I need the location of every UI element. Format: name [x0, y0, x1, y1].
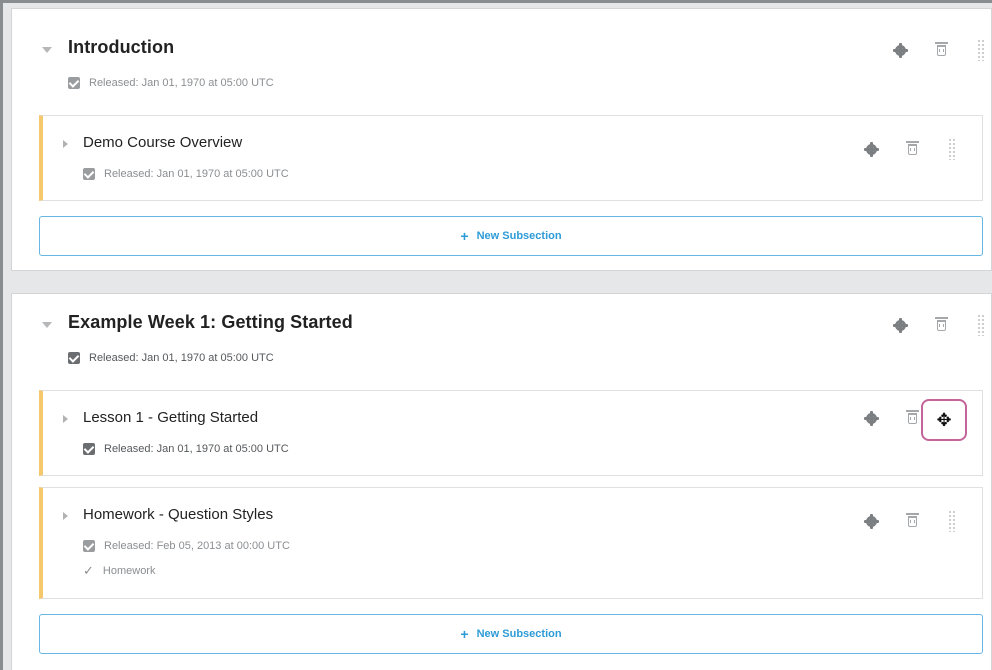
trash-icon[interactable]	[906, 512, 919, 527]
subsection-actions	[864, 510, 956, 532]
release-date: Released: Jan 01, 1970 at 05:00 UTC	[89, 77, 274, 89]
expand-toggle-icon[interactable]	[63, 415, 68, 423]
plus-icon: +	[460, 228, 469, 244]
grading-type: ✓ Homework	[83, 563, 155, 579]
expand-toggle-icon[interactable]	[42, 322, 52, 328]
subsection-title[interactable]: Lesson 1 - Getting Started	[83, 409, 258, 426]
drag-handle-icon[interactable]	[977, 39, 985, 61]
release-date: Released: Feb 05, 2013 at 00:00 UTC	[104, 540, 290, 552]
subsection-actions	[864, 410, 919, 426]
gear-icon[interactable]	[864, 513, 879, 529]
checkbox-icon	[68, 352, 80, 364]
release-date: Released: Jan 01, 1970 at 05:00 UTC	[89, 352, 274, 364]
new-subsection-label: New Subsection	[476, 230, 562, 242]
trash-icon[interactable]	[935, 316, 948, 331]
checkbox-icon	[68, 77, 80, 89]
section-example-week-1: Example Week 1: Getting Started Released…	[11, 293, 992, 670]
section-actions	[893, 314, 985, 336]
subsection-actions	[864, 138, 956, 160]
checkbox-icon	[83, 540, 95, 552]
gear-icon[interactable]	[864, 411, 879, 426]
section-release-status: Released: Jan 01, 1970 at 05:00 UTC	[68, 352, 274, 364]
section-title[interactable]: Introduction	[68, 37, 174, 58]
subsection-title[interactable]: Homework - Question Styles	[83, 506, 273, 523]
section-release-status: Released: Jan 01, 1970 at 05:00 UTC	[68, 77, 274, 89]
trash-icon[interactable]	[906, 140, 919, 155]
plus-icon: +	[460, 626, 469, 642]
checkbox-icon	[83, 443, 95, 455]
checkmark-icon: ✓	[83, 563, 94, 578]
section-actions	[893, 39, 985, 61]
subsection-demo-course-overview: Demo Course Overview Released: Jan 01, 1…	[39, 115, 983, 201]
release-date: Released: Jan 01, 1970 at 05:00 UTC	[104, 443, 289, 455]
section-introduction: Introduction Released: Jan 01, 1970 at 0…	[11, 8, 992, 271]
expand-toggle-icon[interactable]	[63, 140, 68, 148]
course-outline: Introduction Released: Jan 01, 1970 at 0…	[3, 3, 992, 670]
drag-handle-icon[interactable]	[948, 510, 956, 532]
grading-label: Homework	[102, 565, 156, 577]
gear-icon[interactable]	[893, 317, 908, 333]
drag-handle-icon[interactable]	[977, 314, 985, 336]
expand-toggle-icon[interactable]	[42, 47, 52, 53]
subsection-release-status: Released: Jan 01, 1970 at 05:00 UTC	[83, 168, 289, 180]
release-date: Released: Jan 01, 1970 at 05:00 UTC	[104, 168, 289, 180]
expand-toggle-icon[interactable]	[63, 512, 68, 520]
drag-handle-button[interactable]: ✥	[921, 399, 967, 441]
new-subsection-button[interactable]: + New Subsection	[39, 216, 983, 256]
subsection-lesson-1: Lesson 1 - Getting Started Released: Jan…	[39, 390, 983, 476]
drag-handle-icon[interactable]	[948, 138, 956, 160]
new-subsection-label: New Subsection	[476, 628, 562, 640]
trash-icon[interactable]	[906, 410, 919, 424]
subsection-release-status: Released: Jan 01, 1970 at 05:00 UTC	[83, 443, 289, 455]
gear-icon[interactable]	[864, 141, 879, 157]
move-icon: ✥	[936, 410, 952, 430]
trash-icon[interactable]	[935, 41, 948, 56]
gear-icon[interactable]	[893, 42, 908, 58]
checkbox-icon	[83, 168, 95, 180]
subsection-homework-question-styles: Homework - Question Styles Released: Feb…	[39, 487, 983, 599]
subsection-title[interactable]: Demo Course Overview	[83, 134, 242, 151]
new-subsection-button[interactable]: + New Subsection	[39, 614, 983, 654]
section-title[interactable]: Example Week 1: Getting Started	[68, 312, 353, 333]
subsection-release-status: Released: Feb 05, 2013 at 00:00 UTC	[83, 540, 290, 552]
